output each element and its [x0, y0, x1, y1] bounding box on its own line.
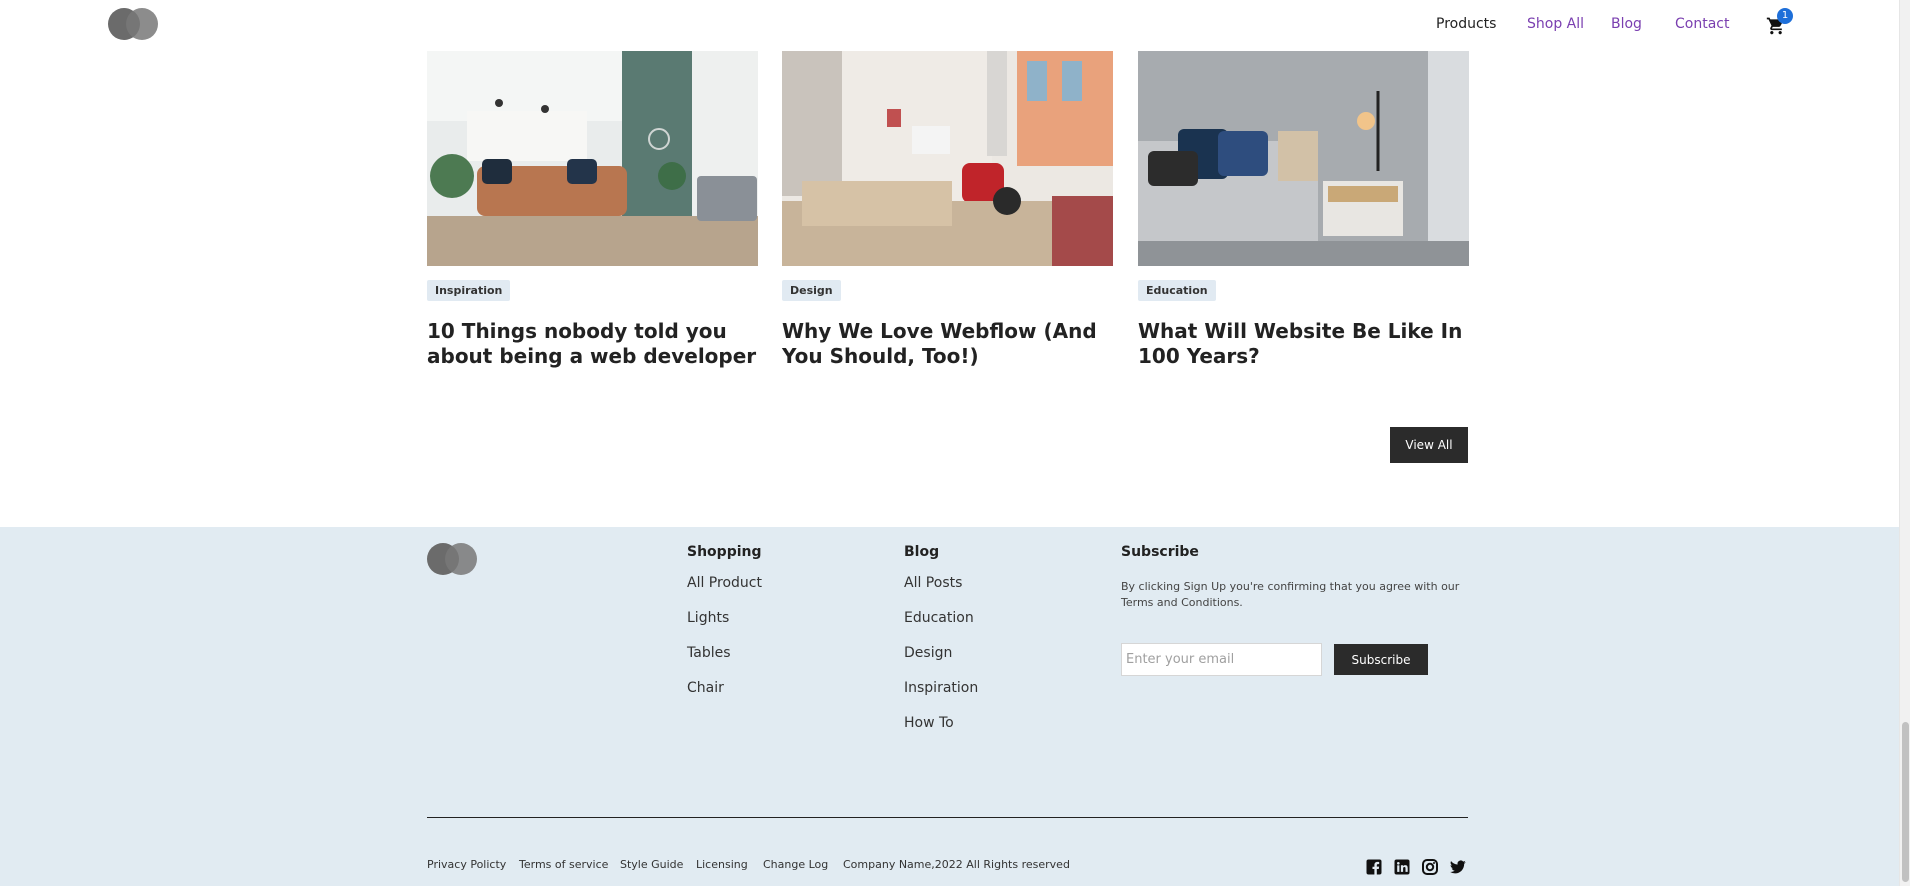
cart-count-badge: 1 — [1777, 8, 1793, 24]
email-input[interactable] — [1121, 643, 1322, 676]
footer-link-item: Inspiration — [904, 676, 978, 711]
footer-link[interactable]: Lights — [687, 610, 729, 626]
change-log-link[interactable]: Change Log — [763, 858, 828, 871]
instagram-icon[interactable] — [1422, 859, 1438, 875]
licensing-link[interactable]: Licensing — [696, 858, 748, 871]
footer-blog-heading: Blog — [904, 544, 940, 560]
footer-link[interactable]: Tables — [687, 645, 731, 661]
category-tag[interactable]: Design — [782, 280, 841, 301]
footer-link-item: All Product — [687, 571, 762, 606]
footer-link[interactable]: All Posts — [904, 575, 962, 591]
blog-card-title[interactable]: What Will Website Be Like In 100 Years? — [1138, 319, 1469, 369]
footer-link[interactable]: Design — [904, 645, 952, 661]
footer-link-item: How To — [904, 711, 978, 746]
logo-circle-right — [445, 543, 477, 575]
footer-link-item: Tables — [687, 641, 762, 676]
page-scrollbar[interactable] — [1899, 0, 1910, 886]
blog-card-title[interactable]: Why We Love Webflow (And You Should, Too… — [782, 319, 1113, 369]
blog-card-image[interactable] — [1138, 51, 1469, 266]
footer-divider — [427, 817, 1468, 818]
footer-link-item: Education — [904, 606, 978, 641]
footer-link[interactable]: Inspiration — [904, 680, 978, 696]
footer-shopping-heading: Shopping — [687, 544, 762, 560]
category-tag[interactable]: Inspiration — [427, 280, 511, 301]
nav-products[interactable]: Products — [1436, 16, 1496, 32]
blog-card: Inspiration 10 Things nobody told you ab… — [427, 51, 758, 368]
footer-link-item: All Posts — [904, 571, 978, 606]
subscribe-button[interactable]: Subscribe — [1334, 644, 1428, 675]
linkedin-icon[interactable] — [1394, 859, 1410, 875]
logo[interactable] — [108, 8, 158, 40]
footer-link[interactable]: How To — [904, 715, 954, 731]
nav-contact[interactable]: Contact — [1675, 16, 1729, 32]
style-guide-link[interactable]: Style Guide — [620, 858, 683, 871]
blog-card-title[interactable]: 10 Things nobody told you about being a … — [427, 319, 758, 369]
twitter-icon[interactable] — [1450, 859, 1466, 875]
blog-card: Education What Will Website Be Like In 1… — [1138, 51, 1469, 368]
privacy-policy-link[interactable]: Privacy Policty — [427, 858, 506, 871]
nav-blog[interactable]: Blog — [1611, 16, 1642, 32]
footer-link[interactable]: All Product — [687, 575, 762, 591]
category-tag[interactable]: Education — [1138, 280, 1216, 301]
subscribe-consent-text: By clicking Sign Up you're confirming th… — [1121, 580, 1460, 609]
footer-link-item: Lights — [687, 606, 762, 641]
footer-subscribe-heading: Subscribe — [1121, 544, 1199, 560]
site-header: Products Shop All Blog Contact 1 — [0, 0, 1899, 51]
footer-link-item: Chair — [687, 676, 762, 711]
footer-link-item: Design — [904, 641, 978, 676]
blog-card-image[interactable] — [427, 51, 758, 266]
footer-shopping-list: All Product Lights Tables Chair — [687, 571, 762, 711]
blog-card-image[interactable] — [782, 51, 1113, 266]
terms-of-service-link[interactable]: Terms of service — [519, 858, 608, 871]
footer-link[interactable]: Chair — [687, 680, 724, 696]
site-footer: Shopping All Product Lights Tables Chair… — [0, 527, 1899, 886]
footer-blog-list: All Posts Education Design Inspiration H… — [904, 571, 978, 746]
copyright-text: Company Name,2022 All Rights reserved — [843, 858, 1070, 871]
footer-logo[interactable] — [427, 543, 477, 575]
footer-link[interactable]: Education — [904, 610, 974, 626]
logo-circle-right — [126, 8, 158, 40]
facebook-icon[interactable] — [1366, 859, 1382, 875]
view-all-button[interactable]: View All — [1390, 427, 1468, 463]
blog-card: Design Why We Love Webflow (And You Shou… — [782, 51, 1113, 368]
nav-shop-all[interactable]: Shop All — [1527, 16, 1584, 32]
scrollbar-thumb[interactable] — [1902, 722, 1909, 882]
